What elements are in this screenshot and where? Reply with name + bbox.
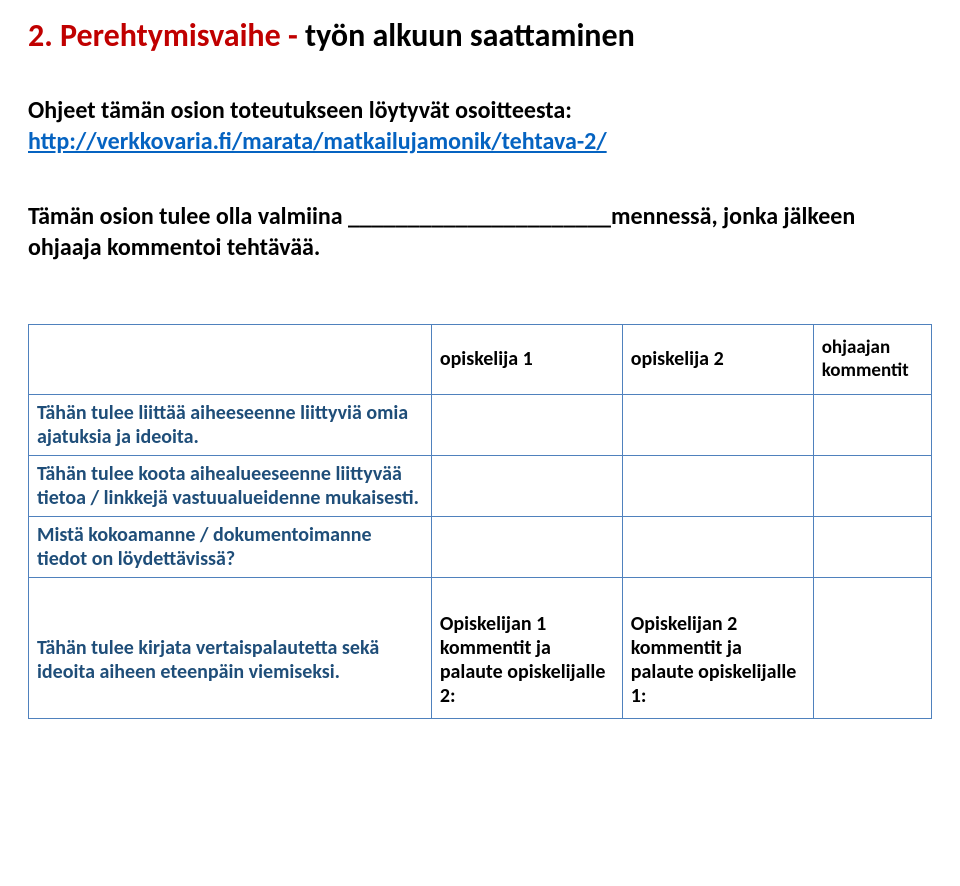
assignment-table: opiskelija 1 opiskelija 2 ohjaajan komme… [28,324,932,719]
cell-supervisor [813,455,931,516]
cell-student1 [431,455,622,516]
deadline-before: Tämän osion tulee olla valmiina [28,202,348,231]
document-page: 2. Perehtymisvaihe - työn alkuun saattam… [0,0,960,759]
deadline-paragraph: Tämän osion tulee olla valmiina ________… [28,201,932,263]
cell-supervisor [813,394,931,455]
cell-student2 [622,516,813,577]
row-label: Mistä kokoamanne / dokumentoimanne tiedo… [29,516,432,577]
header-empty [29,324,432,394]
section-heading: 2. Perehtymisvaihe - työn alkuun saattam… [28,18,932,55]
heading-subtitle: työn alkuun saattaminen [305,16,635,55]
row-label: Tähän tulee koota aihealueeseenne liitty… [29,455,432,516]
feedback-row: Tähän tulee kirjata vertaispalautetta se… [29,577,932,718]
cell-student1 [431,516,622,577]
header-student1: opiskelija 1 [431,324,622,394]
header-student2: opiskelija 2 [622,324,813,394]
feedback-student2: Opiskelijan 2 kommentit ja palaute opisk… [622,577,813,718]
heading-title: Perehtymisvaihe [60,16,281,55]
cell-supervisor [813,516,931,577]
cell-student2 [622,455,813,516]
cell-student2 [622,394,813,455]
feedback-label: Tähän tulee kirjata vertaispalautetta se… [29,577,432,718]
intro-text: Ohjeet tämän osion toteutukseen löytyvät… [28,95,932,126]
cell-student1 [431,394,622,455]
row-label: Tähän tulee liittää aiheeseenne liittyvi… [29,394,432,455]
feedback-supervisor [813,577,931,718]
table-header-row: opiskelija 1 opiskelija 2 ohjaajan komme… [29,324,932,394]
header-supervisor: ohjaajan kommentit [813,324,931,394]
source-link[interactable]: http://verkkovaria.fi/marata/matkailujam… [28,127,607,156]
table-row: Mistä kokoamanne / dokumentoimanne tiedo… [29,516,932,577]
feedback-student1: Opiskelijan 1 kommentit ja palaute opisk… [431,577,622,718]
heading-dash: - [288,16,298,55]
heading-number: 2. [28,16,53,55]
table-row: Tähän tulee koota aihealueeseenne liitty… [29,455,932,516]
table-row: Tähän tulee liittää aiheeseenne liittyvi… [29,394,932,455]
deadline-blank: ______________________ [348,201,611,232]
